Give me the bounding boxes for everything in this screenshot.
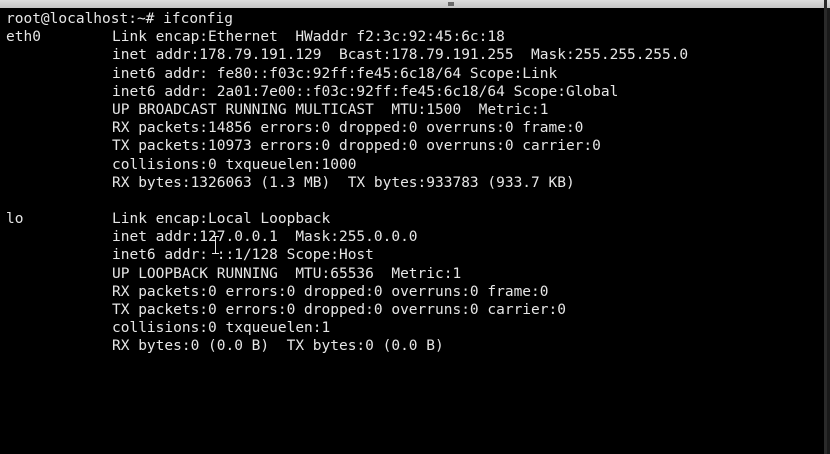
output-line: UP LOOPBACK RUNNING MTU:65536 Metric:1 [6,265,827,283]
output-text: Link encap:Local Loopback [112,211,331,228]
output-line: inet6 addr: ::1/128 Scope:Host [6,246,827,264]
output-text: collisions:0 txqueuelen:1 [112,320,331,337]
command-text: ifconfig [163,11,233,27]
interface-name: lo [6,211,24,228]
output-text: inet addr:178.79.191.129 Bcast:178.79.19… [112,47,689,64]
interface-name: eth0 [6,29,41,46]
window-title-bar[interactable] [0,0,830,8]
output-line: RX packets:0 errors:0 dropped:0 overruns… [6,283,827,301]
output-text: collisions:0 txqueuelen:1000 [112,156,357,173]
output-line: RX bytes:0 (0.0 B) TX bytes:0 (0.0 B) [6,337,827,355]
output-line: RX bytes:1326063 (1.3 MB) TX bytes:93378… [6,174,827,192]
output-line: RX packets:14856 errors:0 dropped:0 over… [6,119,827,137]
window-right-edge [824,0,827,454]
output-line: inet6 addr: 2a01:7e00::f03c:92ff:fe45:6c… [6,83,827,101]
shell-prompt: root@localhost:~# [6,11,164,27]
output-line: UP BROADCAST RUNNING MULTICAST MTU:1500 … [6,101,827,119]
output-line: collisions:0 txqueuelen:1 [6,319,827,337]
terminal-output[interactable]: root@localhost:~# ifconfig eth0 Link enca… [0,10,827,450]
output-line: lo Link encap:Local Loopback [6,210,827,228]
output-text: Link encap:Ethernet HWaddr f2:3c:92:45:6… [112,29,505,46]
output-line: inet6 addr: fe80::f03c:92ff:fe45:6c18/64… [6,65,827,83]
output-text: UP LOOPBACK RUNNING MTU:65536 Metric:1 [112,265,462,282]
output-text: inet6 addr: fe80::f03c:92ff:fe45:6c18/64… [112,65,558,82]
output-text: inet addr:127.0.0.1 Mask:255.0.0.0 [112,229,418,246]
output-text: inet6 addr: ::1/128 Scope:Host [112,247,374,264]
output-text: RX bytes:0 (0.0 B) TX bytes:0 (0.0 B) [112,338,444,355]
command-line: root@localhost:~# ifconfig [6,10,827,28]
output-text: UP BROADCAST RUNNING MULTICAST MTU:1500 … [112,101,549,118]
output-line: eth0 Link encap:Ethernet HWaddr f2:3c:92:… [6,28,827,46]
output-text: RX bytes:1326063 (1.3 MB) TX bytes:93378… [112,174,575,191]
output-line: inet addr:178.79.191.129 Bcast:178.79.19… [6,46,827,64]
output-text: TX packets:10973 errors:0 dropped:0 over… [112,138,601,155]
terminal-window: root@localhost:~# ifconfig eth0 Link enca… [0,0,830,454]
output-text: inet6 addr: 2a01:7e00::f03c:92ff:fe45:6c… [112,83,619,100]
output-text: RX packets:14856 errors:0 dropped:0 over… [112,120,584,137]
text-cursor-icon [212,236,219,254]
output-text: TX packets:0 errors:0 dropped:0 overruns… [112,302,566,318]
output-line: inet addr:127.0.0.1 Mask:255.0.0.0 [6,228,827,246]
output-line: TX packets:10973 errors:0 dropped:0 over… [6,137,827,155]
title-bar-marker [448,2,454,6]
output-text: RX packets:0 errors:0 dropped:0 overruns… [112,283,549,300]
output-line: TX packets:0 errors:0 dropped:0 overruns… [6,301,827,319]
output-line: collisions:0 txqueuelen:1000 [6,156,827,174]
